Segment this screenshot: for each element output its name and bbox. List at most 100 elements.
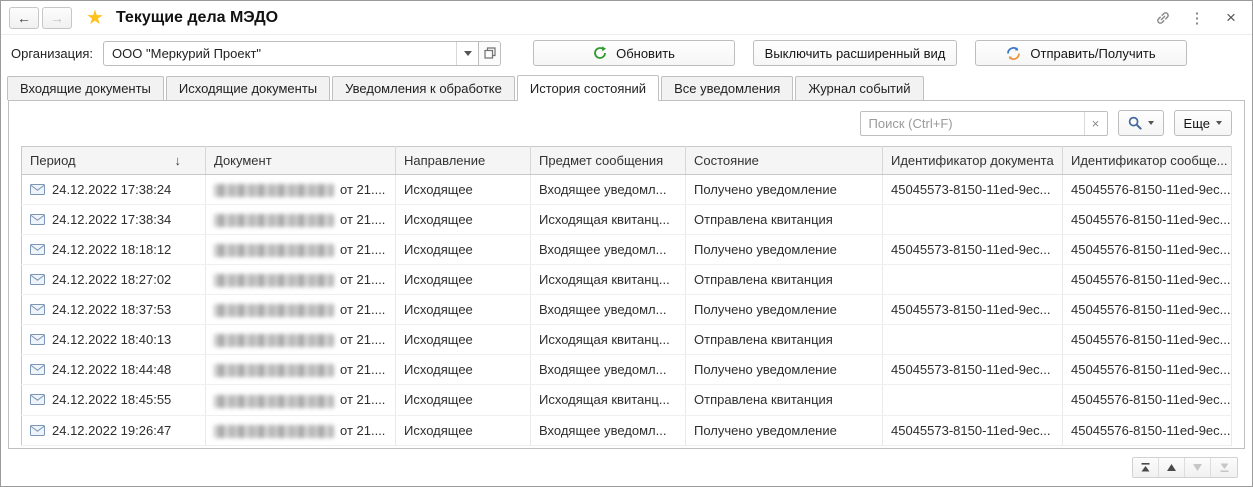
favorite-star-icon[interactable]: ★ — [86, 8, 104, 28]
envelope-icon — [30, 364, 45, 375]
cell-doc-suffix: от 21.... — [340, 362, 385, 377]
cell-msg-id: 45045576-8150-11ed-9ec... — [1063, 385, 1232, 415]
refresh-button[interactable]: Обновить — [533, 40, 735, 66]
chevron-down-icon — [464, 51, 472, 56]
back-button[interactable]: ← — [9, 7, 39, 29]
cell-doc-id: 45045573-8150-11ed-9ec... — [883, 415, 1063, 445]
titlebar: ← → ★ Текущие дела МЭДО ⋮ × — [1, 1, 1252, 35]
cell-msg-id: 45045576-8150-11ed-9ec... — [1063, 325, 1232, 355]
organization-combobox[interactable]: ООО "Меркурий Проект" — [103, 41, 501, 66]
envelope-icon — [30, 184, 45, 195]
tab-label: Все уведомления — [674, 81, 780, 96]
cell-state: Получено уведомление — [686, 415, 883, 445]
scroll-to-bottom-button[interactable] — [1211, 458, 1237, 477]
table-row[interactable]: 24.12.2022 18:27:02 от 21.... Исходящее … — [22, 265, 1232, 295]
cell-doc-id: 45045573-8150-11ed-9ec... — [883, 295, 1063, 325]
send-receive-label: Отправить/Получить — [1030, 46, 1155, 61]
list-scroll-buttons — [1132, 457, 1238, 478]
toggle-extended-view-button[interactable]: Выключить расширенный вид — [753, 40, 957, 66]
cell-period: 24.12.2022 19:26:47 — [52, 423, 171, 438]
search-icon — [1128, 116, 1142, 130]
cell-subject: Входящее уведомл... — [531, 295, 686, 325]
cell-msg-id: 45045576-8150-11ed-9ec... — [1063, 415, 1232, 445]
cell-subject: Исходящая квитанц... — [531, 325, 686, 355]
envelope-icon — [30, 425, 45, 436]
cell-state: Получено уведомление — [686, 355, 883, 385]
column-header[interactable]: Документ — [206, 147, 396, 175]
cell-doc-id — [883, 385, 1063, 415]
history-table: Период↓ДокументНаправлениеПредмет сообще… — [21, 146, 1232, 446]
search-input[interactable] — [861, 112, 1084, 135]
cell-direction: Исходящее — [396, 235, 531, 265]
cell-doc-suffix: от 21.... — [340, 212, 385, 227]
table-row[interactable]: 24.12.2022 19:26:47 от 21.... Исходящее … — [22, 415, 1232, 445]
scroll-to-top-button[interactable] — [1133, 458, 1159, 477]
table-row[interactable]: 24.12.2022 18:44:48 от 21.... Исходящее … — [22, 355, 1232, 385]
cell-direction: Исходящее — [396, 385, 531, 415]
cell-direction: Исходящее — [396, 265, 531, 295]
tab-bar: Входящие документы Исходящие документы У… — [1, 75, 1252, 100]
cell-doc-suffix: от 21.... — [340, 392, 385, 407]
cell-period: 24.12.2022 18:37:53 — [52, 302, 171, 317]
column-header[interactable]: Идентификатор сообще... — [1063, 147, 1232, 175]
cell-doc-suffix: от 21.... — [340, 242, 385, 257]
cell-doc-id — [883, 205, 1063, 235]
scroll-down-button[interactable] — [1185, 458, 1211, 477]
cell-period: 24.12.2022 17:38:24 — [52, 182, 171, 197]
redacted-document-name — [214, 334, 334, 347]
table-row[interactable]: 24.12.2022 17:38:24 от 21.... Исходящее … — [22, 175, 1232, 205]
organization-open-button[interactable] — [478, 42, 500, 65]
column-header[interactable]: Направление — [396, 147, 531, 175]
column-header[interactable]: Предмет сообщения — [531, 147, 686, 175]
close-icon[interactable]: × — [1222, 9, 1240, 27]
tab-2[interactable]: Исходящие документы — [166, 76, 330, 100]
forward-arrow-icon: → — [50, 10, 64, 26]
column-header-label: Идентификатор сообще... — [1071, 153, 1227, 168]
history-nav: ← → — [9, 7, 72, 29]
clear-search-button[interactable]: × — [1084, 112, 1107, 135]
column-header[interactable]: Идентификатор документа — [883, 147, 1063, 175]
search-field: × — [860, 111, 1108, 136]
cell-state: Получено уведомление — [686, 175, 883, 205]
tab-3[interactable]: Уведомления к обработке — [332, 76, 515, 100]
more-button[interactable]: Еще — [1174, 110, 1232, 136]
column-header[interactable]: Период↓ — [22, 147, 206, 175]
cell-subject: Входящее уведомл... — [531, 415, 686, 445]
page-title: Текущие дела МЭДО — [116, 9, 278, 27]
send-receive-button[interactable]: Отправить/Получить — [975, 40, 1187, 66]
table-row[interactable]: 24.12.2022 17:38:34 от 21.... Исходящее … — [22, 205, 1232, 235]
refresh-icon — [593, 46, 607, 60]
tab-6[interactable]: Журнал событий — [795, 76, 923, 100]
tab-label: История состояний — [530, 81, 646, 96]
cell-doc-id — [883, 265, 1063, 295]
tab-5[interactable]: Все уведомления — [661, 76, 793, 100]
cell-doc-id: 45045573-8150-11ed-9ec... — [883, 175, 1063, 205]
table-row[interactable]: 24.12.2022 18:45:55 от 21.... Исходящее … — [22, 385, 1232, 415]
cell-direction: Исходящее — [396, 325, 531, 355]
column-header[interactable]: Состояние — [686, 147, 883, 175]
forward-button[interactable]: → — [42, 7, 72, 29]
column-header-label: Период — [30, 153, 76, 168]
toolbar: Организация: ООО "Меркурий Проект" Обнов… — [1, 35, 1252, 75]
table-row[interactable]: 24.12.2022 18:40:13 от 21.... Исходящее … — [22, 325, 1232, 355]
tab-1[interactable]: Входящие документы — [7, 76, 164, 100]
tab-label: Журнал событий — [808, 81, 910, 96]
chevron-down-icon — [1216, 121, 1222, 125]
scroll-down-icon — [1192, 462, 1203, 473]
cell-state: Получено уведомление — [686, 295, 883, 325]
cell-doc-id: 45045573-8150-11ed-9ec... — [883, 355, 1063, 385]
table-row[interactable]: 24.12.2022 18:18:12 от 21.... Исходящее … — [22, 235, 1232, 265]
organization-dropdown-button[interactable] — [456, 42, 478, 65]
kebab-menu-icon[interactable]: ⋮ — [1188, 9, 1206, 27]
table-row[interactable]: 24.12.2022 18:37:53 от 21.... Исходящее … — [22, 295, 1232, 325]
search-settings-button[interactable] — [1118, 110, 1164, 136]
cell-msg-id: 45045576-8150-11ed-9ec... — [1063, 175, 1232, 205]
scroll-up-button[interactable] — [1159, 458, 1185, 477]
link-icon[interactable] — [1154, 9, 1172, 27]
scroll-top-icon — [1140, 462, 1151, 473]
cell-subject: Исходящая квитанц... — [531, 205, 686, 235]
tab-4[interactable]: История состояний — [517, 75, 659, 101]
tab-label: Входящие документы — [20, 81, 151, 96]
cell-period: 24.12.2022 18:44:48 — [52, 362, 171, 377]
tab-panel: × Еще Период↓ДокументН — [8, 100, 1245, 449]
